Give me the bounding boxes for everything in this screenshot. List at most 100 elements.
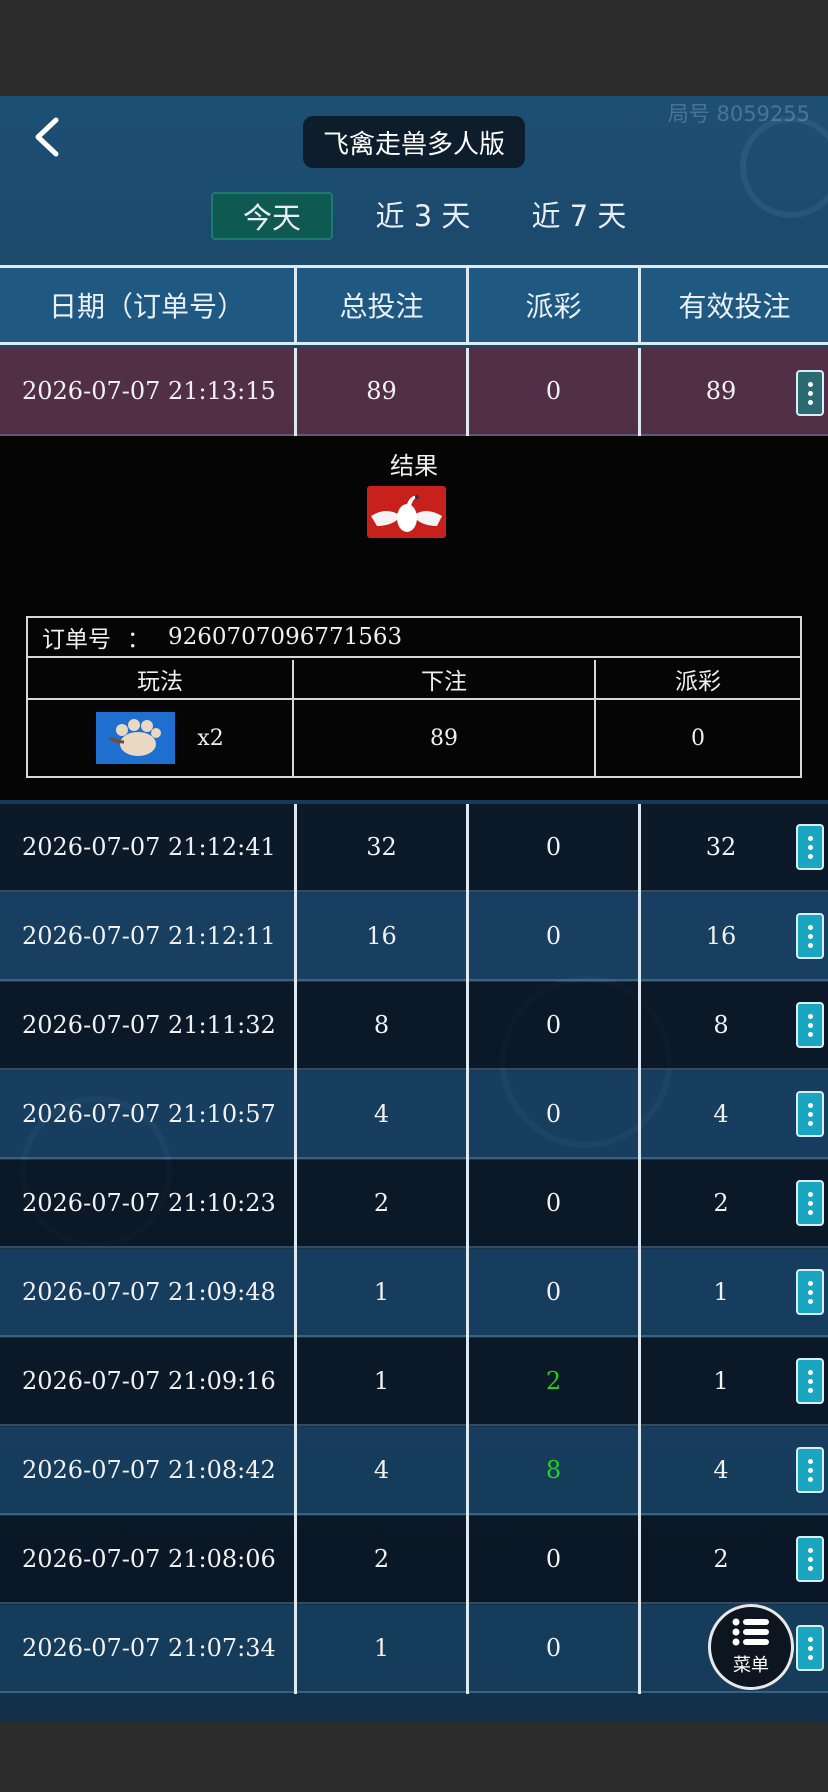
column-divider bbox=[466, 1605, 469, 1694]
bet-history-screen: 局号 8059255 飞禽走兽多人版 今天 近 3 天 近 7 天 日期（订单号… bbox=[0, 96, 828, 1722]
table-row[interactable]: 2026-07-07 21:07:34101 bbox=[0, 1605, 828, 1694]
row-total-bet: 2 bbox=[373, 1189, 390, 1217]
row-valid-bet: 16 bbox=[705, 922, 737, 950]
row-total-bet: 1 bbox=[373, 1278, 390, 1306]
order-number: 9260707096771563 bbox=[168, 624, 403, 650]
row-valid-bet: 4 bbox=[713, 1100, 729, 1128]
row-total-bet: 1 bbox=[373, 1367, 390, 1395]
more-options-button[interactable] bbox=[796, 1269, 824, 1315]
column-divider bbox=[466, 1338, 469, 1427]
menu-label: 菜单 bbox=[733, 1655, 769, 1676]
column-divider bbox=[466, 893, 469, 982]
column-divider bbox=[294, 1338, 297, 1427]
row-payout: 0 bbox=[545, 1189, 562, 1217]
column-divider bbox=[638, 268, 641, 342]
column-divider bbox=[294, 1516, 297, 1605]
more-options-button[interactable] bbox=[796, 1447, 824, 1493]
white-bird-icon bbox=[367, 486, 446, 538]
order-detail-panel: 结果 订单号 ： 9260707096771563 玩法 下注 派彩 x2 89… bbox=[0, 436, 828, 800]
row-payout: 0 bbox=[545, 377, 562, 405]
more-options-button[interactable] bbox=[796, 1625, 824, 1671]
column-divider bbox=[294, 268, 297, 342]
row-total-bet: 16 bbox=[366, 922, 397, 950]
row-valid-bet: 32 bbox=[705, 833, 737, 861]
column-divider bbox=[466, 1071, 469, 1160]
column-header-bet: 下注 bbox=[294, 660, 594, 700]
column-divider bbox=[466, 1249, 469, 1338]
row-payout: 2 bbox=[545, 1367, 562, 1395]
more-options-button[interactable] bbox=[796, 1002, 824, 1048]
table-row[interactable]: 2026-07-07 21:08:42 4 8 4 bbox=[0, 1427, 828, 1516]
order-number-label: 订单号 bbox=[42, 627, 111, 653]
table-row[interactable]: 2026-07-07 21:10:23 2 0 2 bbox=[0, 1160, 828, 1249]
row-payout: 0 bbox=[545, 1011, 562, 1039]
row-total-bet: 4 bbox=[373, 1456, 390, 1484]
row-date: 2026-07-07 21:08:06 bbox=[22, 1545, 276, 1573]
row-date: 2026-07-07 21:10:57 bbox=[22, 1100, 276, 1128]
tab-today[interactable]: 今天 bbox=[211, 192, 333, 240]
column-divider bbox=[638, 893, 641, 982]
row-total-bet: 4 bbox=[373, 1100, 390, 1128]
table-row[interactable]: 2026-07-07 21:11:32 8 0 8 bbox=[0, 982, 828, 1071]
more-options-button[interactable] bbox=[796, 1091, 824, 1137]
row-valid-bet: 1 bbox=[713, 1367, 729, 1395]
bet-amount: 89 bbox=[430, 725, 458, 751]
row-date: 2026-07-07 21:09:48 bbox=[22, 1278, 276, 1306]
column-header-payout: 派彩 bbox=[596, 660, 800, 700]
column-divider bbox=[638, 1071, 641, 1160]
list-menu-icon bbox=[732, 1618, 769, 1646]
column-divider bbox=[638, 982, 641, 1071]
tab-7-days[interactable]: 近 7 天 bbox=[518, 192, 640, 236]
row-date: 2026-07-07 21:12:41 bbox=[22, 833, 276, 861]
bet-multiplier: x2 bbox=[197, 725, 224, 751]
row-valid-bet: 2 bbox=[713, 1189, 729, 1217]
table-header: 日期（订单号） 总投注 派彩 有效投注 bbox=[0, 265, 828, 345]
row-payout: 0 bbox=[545, 833, 562, 861]
row-payout: 8 bbox=[545, 1456, 562, 1484]
column-divider bbox=[294, 1249, 297, 1338]
more-options-button[interactable] bbox=[796, 370, 824, 416]
date-range-tabs: 今天 近 3 天 近 7 天 bbox=[0, 192, 828, 240]
animal-paw-icon bbox=[96, 712, 176, 764]
menu-button[interactable]: 菜单 bbox=[708, 1604, 794, 1690]
tab-3-days[interactable]: 近 3 天 bbox=[362, 192, 484, 236]
table-row[interactable]: 2026-07-07 21:08:06 2 0 2 bbox=[0, 1516, 828, 1605]
column-divider bbox=[466, 268, 469, 342]
row-date: 2026-07-07 21:10:23 bbox=[22, 1189, 276, 1217]
column-divider bbox=[638, 1427, 641, 1516]
row-date: 2026-07-07 21:08:42 bbox=[22, 1456, 276, 1484]
play-cell: x2 bbox=[28, 700, 292, 776]
column-divider bbox=[294, 1160, 297, 1249]
more-options-button[interactable] bbox=[796, 1180, 824, 1226]
column-divider bbox=[638, 804, 641, 893]
row-valid-bet: 2 bbox=[713, 1545, 729, 1573]
result-label: 结果 bbox=[390, 452, 438, 480]
table-row[interactable]: 2026-07-07 21:09:16 1 2 1 bbox=[0, 1338, 828, 1427]
more-options-button[interactable] bbox=[796, 1358, 824, 1404]
column-divider bbox=[638, 1338, 641, 1427]
row-payout: 0 bbox=[545, 1100, 562, 1128]
order-number-separator: ： bbox=[127, 627, 150, 653]
column-header-total-bet: 总投注 bbox=[339, 290, 424, 323]
row-date: 2026-07-07 21:09:16 bbox=[22, 1367, 276, 1395]
more-options-button[interactable] bbox=[796, 824, 824, 870]
column-divider bbox=[638, 1249, 641, 1338]
more-options-button[interactable] bbox=[796, 913, 824, 959]
table-row[interactable]: 2026-07-07 21:09:48 1 0 1 bbox=[0, 1249, 828, 1338]
table-row[interactable]: 2026-07-07 21:12:11 16 0 16 bbox=[0, 893, 828, 982]
row-total-bet: 2 bbox=[373, 1545, 390, 1573]
row-total-bet: 1 bbox=[373, 1634, 390, 1662]
navigation-bar bbox=[0, 1722, 828, 1792]
row-date: 2026-07-07 21:12:11 bbox=[22, 922, 276, 950]
column-divider bbox=[294, 982, 297, 1071]
table-row[interactable]: 2026-07-07 21:10:57 4 0 4 bbox=[0, 1071, 828, 1160]
column-divider bbox=[294, 1605, 297, 1694]
more-options-button[interactable] bbox=[796, 1536, 824, 1582]
column-header-valid-bet: 有效投注 bbox=[678, 290, 791, 323]
table-row[interactable]: 2026-07-07 21:12:41 32 0 32 bbox=[0, 804, 828, 893]
column-divider bbox=[466, 348, 469, 436]
column-divider bbox=[466, 1160, 469, 1249]
column-divider bbox=[638, 348, 641, 436]
table-row-selected[interactable]: 2026-07-07 21:13:15 89 0 89 bbox=[0, 348, 828, 436]
back-button[interactable] bbox=[28, 114, 74, 160]
